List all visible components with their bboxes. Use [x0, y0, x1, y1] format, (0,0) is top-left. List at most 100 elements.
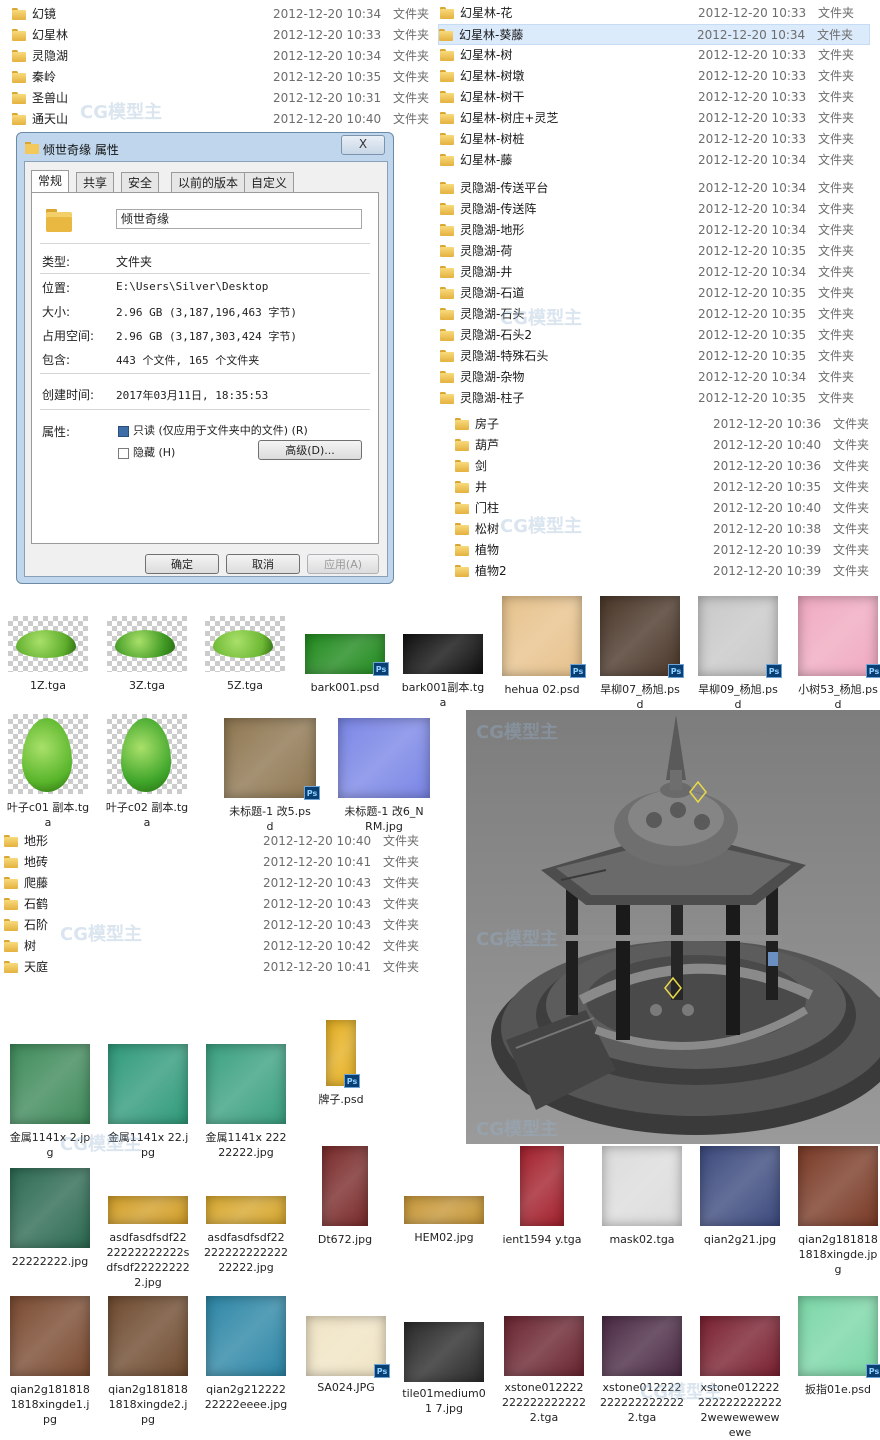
attributes-label: 属性:	[42, 425, 71, 439]
thumbnail-label: bark001副本.tga	[401, 681, 485, 709]
thumbnail-label: qian2g21222222222eeee.jpg	[204, 1383, 288, 1411]
folder-date: 2012-12-20 10:34	[698, 153, 807, 167]
advanced-button[interactable]: 高级(D)...	[258, 440, 362, 460]
divider	[40, 409, 370, 410]
folder-row[interactable]: 葫芦 2012-12-20 10:40 文件夹	[455, 435, 875, 456]
folder-row[interactable]: 幻星林-树干 2012-12-20 10:33 文件夹	[440, 87, 870, 108]
tab-previous-versions[interactable]: 以前的版本	[171, 172, 246, 192]
folder-type: 文件夹	[383, 918, 420, 932]
photoshop-icon: Ps	[344, 1074, 360, 1088]
file-list-c: 灵隐湖-传送平台 2012-12-20 10:34 文件夹 灵隐湖-传送阵 2012-1…	[440, 178, 870, 409]
folder-icon	[440, 224, 454, 236]
thumbnail-label: mask02.tga	[609, 1233, 675, 1246]
thumbnail-image	[700, 1146, 780, 1226]
hidden-checkbox[interactable]	[118, 448, 129, 459]
folder-icon	[12, 113, 26, 125]
apply-button[interactable]: 应用(A)	[307, 554, 379, 574]
folder-date: 2012-12-20 10:31	[273, 91, 382, 105]
folder-row[interactable]: 地砖 2012-12-20 10:41 文件夹	[4, 852, 434, 873]
thumbnail-image	[224, 718, 316, 798]
folder-row[interactable]: 幻星林-树桩 2012-12-20 10:33 文件夹	[440, 129, 870, 150]
thumbnail-image	[10, 1044, 90, 1124]
folder-type: 文件夹	[818, 69, 855, 83]
folder-name: 灵隐湖-传送平台	[460, 181, 549, 195]
folder-row[interactable]: 灵隐湖-传送阵 2012-12-20 10:34 文件夹	[440, 199, 870, 220]
folder-row[interactable]: 秦岭 2012-12-20 10:35 文件夹	[12, 67, 432, 88]
folder-row[interactable]: 地形 2012-12-20 10:40 文件夹	[4, 831, 434, 852]
folder-type: 文件夹	[393, 70, 430, 84]
tab-customize[interactable]: 自定义	[244, 172, 295, 192]
folder-row[interactable]: 灵隐湖-石道 2012-12-20 10:35 文件夹	[440, 283, 870, 304]
folder-date: 2012-12-20 10:35	[698, 328, 807, 342]
folder-row[interactable]: 幻星林-花 2012-12-20 10:33 文件夹	[440, 3, 870, 24]
folder-row[interactable]: 井 2012-12-20 10:35 文件夹	[455, 477, 875, 498]
folder-row[interactable]: 幻星林-树墩 2012-12-20 10:33 文件夹	[440, 66, 870, 87]
folder-row[interactable]: 灵隐湖-传送平台 2012-12-20 10:34 文件夹	[440, 178, 870, 199]
folder-row[interactable]: 灵隐湖 2012-12-20 10:34 文件夹	[12, 46, 432, 67]
folder-row[interactable]: 幻星林-葵藤 2012-12-20 10:34 文件夹	[438, 24, 870, 45]
thumbnail-image	[322, 1146, 368, 1226]
thumbnail-image	[798, 1146, 878, 1226]
folder-row[interactable]: 灵隐湖-地形 2012-12-20 10:34 文件夹	[440, 220, 870, 241]
thumbnail-image	[602, 1146, 682, 1226]
folder-row[interactable]: 植物2 2012-12-20 10:39 文件夹	[455, 561, 875, 582]
folder-name: 幻星林-树	[460, 48, 513, 62]
watermark: CG模型主	[60, 924, 142, 945]
type-label: 类型:	[42, 255, 71, 269]
dialog-title: 倾世奇缘 属性	[43, 143, 119, 157]
thumbnail-label: 3Z.tga	[128, 679, 166, 692]
folder-row[interactable]: 植物 2012-12-20 10:39 文件夹	[455, 540, 875, 561]
folder-row[interactable]: 通天山 2012-12-20 10:40 文件夹	[12, 109, 432, 130]
folder-type: 文件夹	[817, 28, 854, 42]
folder-date: 2012-12-20 10:35	[698, 307, 807, 321]
folder-row[interactable]: 幻星林 2012-12-20 10:33 文件夹	[12, 25, 432, 46]
close-button[interactable]: X	[341, 135, 385, 155]
folder-row[interactable]: 灵隐湖-荷 2012-12-20 10:35 文件夹	[440, 241, 870, 262]
thumbnail-label: 旱柳09_杨旭.psd	[698, 683, 778, 711]
watermark: CG模型主	[500, 308, 582, 329]
tab-security[interactable]: 安全	[121, 172, 160, 192]
folder-row[interactable]: 幻星林-树庄+灵芝 2012-12-20 10:33 文件夹	[440, 108, 870, 129]
folder-row[interactable]: 灵隐湖-柱子 2012-12-20 10:35 文件夹	[440, 388, 870, 409]
tab-general[interactable]: 常规	[31, 170, 70, 193]
folder-row[interactable]: 圣兽山 2012-12-20 10:31 文件夹	[12, 88, 432, 109]
folder-name-input[interactable]: 倾世奇缘	[116, 209, 362, 229]
thumbnail-label: 小树53_杨旭.psd	[798, 683, 878, 711]
folder-icon	[455, 439, 469, 451]
file-list-e: 地形 2012-12-20 10:40 文件夹 地砖 2012-12-20 10:41 文…	[4, 831, 434, 978]
folder-name: 幻星林-树干	[460, 90, 525, 104]
folder-date: 2012-12-20 10:33	[698, 6, 807, 20]
properties-dialog: 倾世奇缘 属性 X 常规 共享 安全 以前的版本 自定义 倾世奇缘 类型: 文件…	[16, 132, 394, 584]
folder-row[interactable]: 幻星林-藤 2012-12-20 10:34 文件夹	[440, 150, 870, 171]
photoshop-icon: Ps	[866, 1364, 880, 1378]
folder-row[interactable]: 剑 2012-12-20 10:36 文件夹	[455, 456, 875, 477]
folder-type: 文件夹	[833, 501, 870, 515]
divider	[40, 273, 370, 274]
folder-row[interactable]: 灵隐湖-特殊石头 2012-12-20 10:35 文件夹	[440, 346, 870, 367]
thumbnail-label: asdfasdfsdf2222222222222sdfsdf222222222.…	[106, 1231, 190, 1289]
folder-row[interactable]: 幻星林-树 2012-12-20 10:33 文件夹	[440, 45, 870, 66]
tab-sharing[interactable]: 共享	[76, 172, 115, 192]
folder-row[interactable]: 房子 2012-12-20 10:36 文件夹	[455, 414, 875, 435]
folder-icon	[455, 502, 469, 514]
folder-row[interactable]: 幻镜 2012-12-20 10:34 文件夹	[12, 4, 432, 25]
folder-icon	[440, 70, 454, 82]
folder-row[interactable]: 石鹤 2012-12-20 10:43 文件夹	[4, 894, 434, 915]
cancel-button[interactable]: 取消	[226, 554, 300, 574]
folder-icon	[12, 29, 26, 41]
3d-viewport[interactable]: CG模型主 CG模型主 CG模型主	[466, 710, 880, 1144]
folder-type: 文件夹	[833, 543, 870, 557]
folder-row[interactable]: 灵隐湖-杂物 2012-12-20 10:34 文件夹	[440, 367, 870, 388]
thumbnail-label: hehua 02.psd	[504, 683, 580, 696]
folder-name: 天庭	[24, 960, 49, 974]
folder-name: 幻星林	[32, 28, 69, 42]
folder-icon	[12, 71, 26, 83]
readonly-checkbox[interactable]	[118, 426, 129, 437]
folder-icon	[440, 203, 454, 215]
ok-button[interactable]: 确定	[145, 554, 219, 574]
folder-type: 文件夹	[818, 48, 855, 62]
folder-row[interactable]: 天庭 2012-12-20 10:41 文件夹	[4, 957, 434, 978]
folder-type: 文件夹	[818, 111, 855, 125]
folder-row[interactable]: 灵隐湖-井 2012-12-20 10:34 文件夹	[440, 262, 870, 283]
folder-row[interactable]: 爬藤 2012-12-20 10:43 文件夹	[4, 873, 434, 894]
